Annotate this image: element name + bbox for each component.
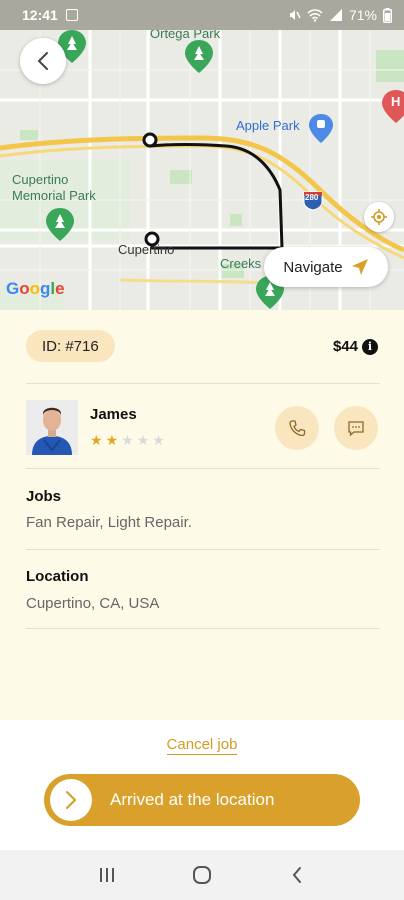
- jobs-value: Fan Repair, Light Repair.: [26, 514, 192, 531]
- status-time: 12:41: [22, 7, 58, 23]
- battery-percent: 71%: [348, 7, 377, 23]
- divider: [26, 549, 380, 550]
- navigate-button[interactable]: Navigate: [264, 247, 388, 287]
- location-value: Cupertino, CA, USA: [26, 595, 160, 612]
- map-label-creeks: Creeks: [220, 256, 262, 271]
- nav-recents-button[interactable]: [87, 855, 127, 895]
- map-view[interactable]: Ortega Park Apple Park Cupertino Memoria…: [0, 30, 404, 310]
- action-sheet: Cancel job Arrived at the location: [0, 720, 404, 850]
- signal-icon: [329, 9, 342, 21]
- map-label-highway: 280: [305, 193, 319, 202]
- navigation-arrow-icon: [351, 259, 368, 275]
- system-nav-bar: [0, 850, 404, 900]
- arrived-label: Arrived at the location: [110, 790, 275, 809]
- back-button[interactable]: [20, 38, 66, 84]
- worker-photo: [26, 400, 78, 455]
- star-filled-icon: ★: [90, 432, 103, 448]
- phone-icon: [289, 420, 306, 437]
- job-price: $44 i: [333, 338, 378, 355]
- map-label-hospital: H: [391, 94, 401, 109]
- navigate-label: Navigate: [283, 258, 343, 276]
- slide-handle[interactable]: [50, 779, 92, 821]
- wifi-icon: [307, 9, 323, 22]
- price-value: $44: [332, 338, 358, 355]
- job-id-label: ID: #716: [42, 337, 99, 355]
- chevron-left-icon: [37, 52, 48, 70]
- divider: [26, 383, 380, 384]
- google-logo: Google: [6, 279, 65, 298]
- worker-name: James: [90, 406, 137, 423]
- mute-icon: [289, 10, 301, 20]
- job-id-badge: ID: #716: [26, 330, 115, 362]
- divider: [26, 628, 380, 629]
- back-icon: [292, 867, 301, 883]
- map-label-cupertino-memorial-park: Cupertino Memorial Park: [12, 172, 96, 203]
- status-bar: 12:41 71%: [0, 0, 404, 30]
- call-button[interactable]: [275, 406, 319, 450]
- map-label-cupertino: Cupertino: [118, 242, 175, 257]
- cancel-job-link-row: Cancel job: [0, 736, 404, 755]
- star-empty-icon: ★: [121, 432, 134, 448]
- battery-icon: [383, 7, 392, 23]
- avatar: [26, 400, 78, 455]
- nav-home-button[interactable]: [182, 855, 222, 895]
- star-empty-icon: ★: [136, 432, 150, 448]
- home-icon: [192, 866, 211, 884]
- crosshair-icon: [371, 209, 387, 225]
- map-label-ortega-park: Ortega Park: [150, 30, 221, 41]
- star-empty-icon: ★: [152, 432, 165, 448]
- rating-stars: ★ ★ ★ ★ ★: [90, 432, 165, 449]
- cancel-job-link[interactable]: Cancel job: [166, 736, 238, 755]
- chat-bubble-icon: [348, 421, 364, 437]
- info-icon[interactable]: i: [362, 338, 378, 355]
- job-details: ID: #716 $44 i James ★ ★ ★ ★ ★ Jobs Fan Repa…: [0, 310, 404, 720]
- location-title: Location: [26, 568, 89, 585]
- my-location-button[interactable]: [364, 202, 394, 232]
- nav-back-button[interactable]: [277, 855, 317, 895]
- map-label-apple-park: Apple Park: [236, 118, 300, 133]
- notification-icon: [65, 9, 78, 21]
- chevron-right-icon: [66, 791, 77, 809]
- recents-icon: [100, 868, 115, 882]
- jobs-title: Jobs: [26, 488, 62, 505]
- arrived-slide-button[interactable]: Arrived at the location: [44, 774, 360, 826]
- divider: [26, 468, 380, 469]
- chat-button[interactable]: [334, 406, 378, 450]
- star-filled-icon: ★: [105, 432, 119, 448]
